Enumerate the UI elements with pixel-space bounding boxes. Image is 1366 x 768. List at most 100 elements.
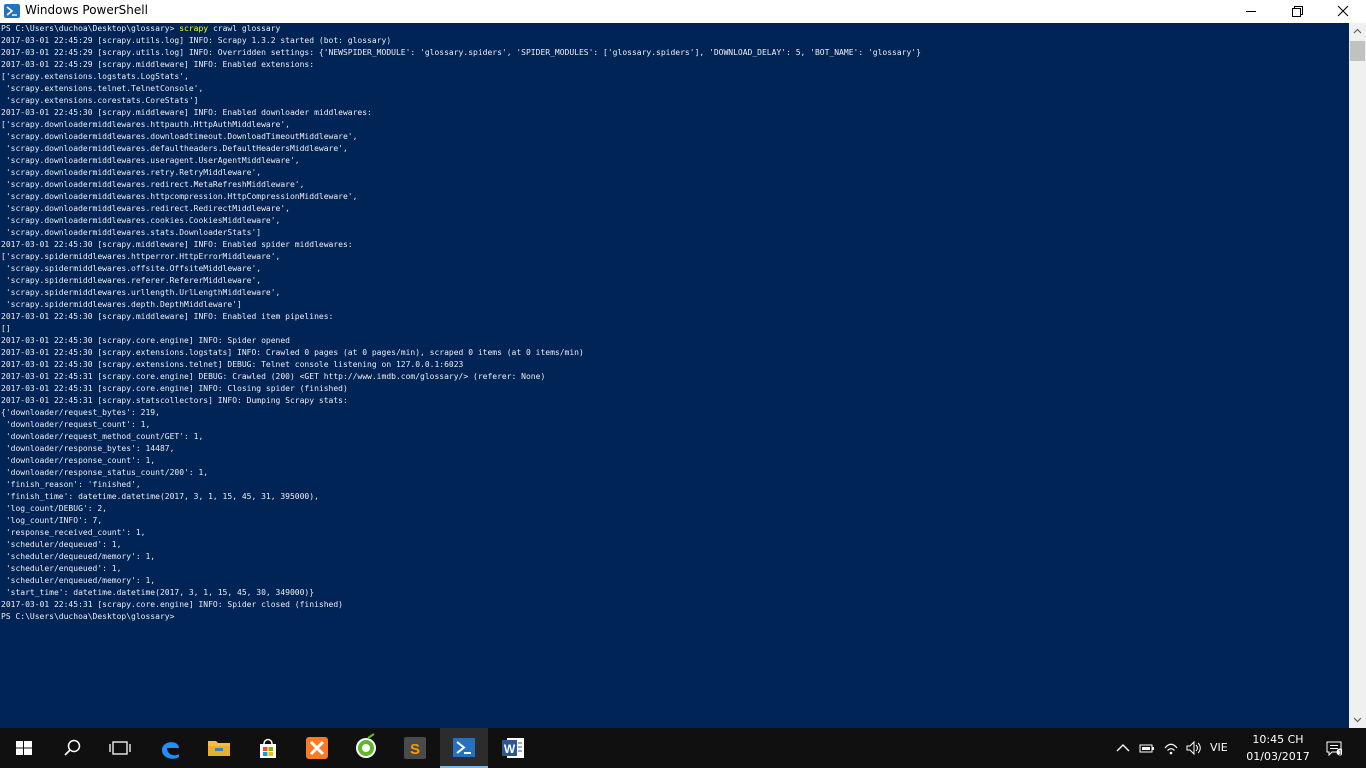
svg-text:1: 1: [1338, 751, 1342, 757]
powershell-icon: [453, 738, 475, 757]
start-button[interactable]: [0, 728, 48, 768]
store-icon: [260, 738, 276, 758]
windows-start-icon: [16, 741, 32, 755]
console-line: 2017-03-01 22:45:29 [scrapy.middleware] …: [1, 59, 1349, 71]
taskbar-app-xampp[interactable]: [293, 728, 341, 768]
console-line-text: 2017-03-01 22:45:30 [scrapy.extensions.t…: [1, 360, 464, 369]
taskbar-app-word[interactable]: W: [489, 728, 537, 768]
clock-date[interactable]: 01/03/2017: [1240, 750, 1316, 763]
console-command-args: crawl glossary: [208, 24, 281, 33]
xampp-icon: [306, 737, 328, 759]
console-line: 'downloader/response_status_count/200': …: [1, 467, 1349, 479]
console-line-text: 'scrapy.spidermiddlewares.urllength.UrlL…: [1, 288, 281, 297]
console-line-text: 'scrapy.spidermiddlewares.referer.Refere…: [1, 276, 262, 285]
taskbar-app-store[interactable]: [244, 728, 292, 768]
console-line: 2017-03-01 22:45:31 [scrapy.core.engine]…: [1, 371, 1349, 383]
console-line: ['scrapy.spidermiddlewares.httperror.Htt…: [1, 251, 1349, 263]
window-title: Windows PowerShell: [25, 3, 148, 17]
task-view-icon: [109, 741, 131, 755]
close-button[interactable]: [1320, 0, 1366, 23]
task-view-button[interactable]: [96, 728, 144, 768]
console-line-text: 'scrapy.downloadermiddlewares.stats.Down…: [1, 228, 262, 237]
console-line: 2017-03-01 22:45:30 [scrapy.core.engine]…: [1, 335, 1349, 347]
clock-time[interactable]: 10:45 CH: [1240, 733, 1316, 746]
console-line-text: 2017-03-01 22:45:30 [scrapy.core.engine]…: [1, 336, 290, 345]
console-line-text: 'downloader/response_status_count/200': …: [1, 468, 209, 477]
console-line: 'scheduler/dequeued': 1,: [1, 539, 1349, 551]
taskbar-app-edge[interactable]: [147, 728, 195, 768]
action-center-icon[interactable]: 1: [1326, 740, 1342, 756]
coccoc-browser-icon: [356, 733, 376, 758]
console-line-text: 2017-03-01 22:45:31 [scrapy.core.engine]…: [1, 372, 546, 381]
console-line: 'downloader/request_method_count/GET': 1…: [1, 431, 1349, 443]
console-line-text: 'finish_reason': 'finished',: [1, 480, 141, 489]
sublime-text-icon: S: [404, 737, 426, 759]
console-line-text: 2017-03-01 22:45:30 [scrapy.middleware] …: [1, 312, 334, 321]
console-line: 'start_time': datetime.datetime(2017, 3,…: [1, 587, 1349, 599]
console-command: scrapy: [179, 24, 209, 33]
chevron-up-icon[interactable]: [1115, 740, 1131, 756]
console-output[interactable]: PS C:\Users\duchoa\Desktop\glossary> scr…: [0, 23, 1349, 728]
console-line-text: 'scrapy.spidermiddlewares.offsite.Offsit…: [1, 264, 262, 273]
console-line-text: 2017-03-01 22:45:30 [scrapy.extensions.l…: [1, 348, 584, 357]
console-line-text: []: [1, 324, 11, 333]
console-line: 'response_received_count': 1,: [1, 527, 1349, 539]
console-line-text: ['scrapy.downloadermiddlewares.httpauth.…: [1, 120, 290, 129]
battery-icon[interactable]: [1139, 740, 1155, 756]
console-line: 'scrapy.spidermiddlewares.referer.Refere…: [1, 275, 1349, 287]
scroll-down-arrow-icon[interactable]: [1349, 711, 1366, 728]
console-line-text: 'downloader/response_count': 1,: [1, 456, 156, 465]
input-language-indicator[interactable]: VIE: [1210, 741, 1228, 754]
console-line: 'scrapy.spidermiddlewares.depth.DepthMid…: [1, 299, 1349, 311]
powershell-app-icon: [4, 4, 20, 18]
console-line: 2017-03-01 22:45:31 [scrapy.core.engine]…: [1, 383, 1349, 395]
console-line: 'scrapy.spidermiddlewares.urllength.UrlL…: [1, 287, 1349, 299]
console-line: ['scrapy.extensions.logstats.LogStats',: [1, 71, 1349, 83]
console-line: 2017-03-01 22:45:29 [scrapy.utils.log] I…: [1, 35, 1349, 47]
taskbar-app-powershell[interactable]: [440, 728, 488, 768]
console-line-text: 'scrapy.downloadermiddlewares.httpcompre…: [1, 192, 358, 201]
console-line-text: 2017-03-01 22:45:31 [scrapy.statscollect…: [1, 396, 348, 405]
console-line-text: 'scheduler/enqueued/memory': 1,: [1, 576, 156, 585]
restore-button[interactable]: [1274, 0, 1320, 23]
console-line-text: 'log_count/DEBUG': 2,: [1, 504, 107, 513]
console-line: 2017-03-01 22:45:30 [scrapy.extensions.t…: [1, 359, 1349, 371]
console-line-text: ['scrapy.spidermiddlewares.httperror.Htt…: [1, 252, 281, 261]
console-line: 'scrapy.downloadermiddlewares.defaulthea…: [1, 143, 1349, 155]
minimize-button[interactable]: [1228, 0, 1274, 23]
console-line: []: [1, 323, 1349, 335]
console-line: 'scheduler/enqueued/memory': 1,: [1, 575, 1349, 587]
taskbar-app-sublime-text[interactable]: S: [391, 728, 439, 768]
console-line: ['scrapy.downloadermiddlewares.httpauth.…: [1, 119, 1349, 131]
console-line: 2017-03-01 22:45:30 [scrapy.middleware] …: [1, 239, 1349, 251]
console-line: 'scrapy.extensions.telnet.TelnetConsole'…: [1, 83, 1349, 95]
console-line-text: 'scrapy.extensions.corestats.CoreStats']: [1, 96, 199, 105]
volume-icon[interactable]: [1186, 740, 1202, 756]
console-line: 'scrapy.downloadermiddlewares.httpcompre…: [1, 191, 1349, 203]
wifi-icon[interactable]: [1163, 740, 1179, 756]
taskbar-app-file-explorer[interactable]: [195, 728, 243, 768]
console-line: 2017-03-01 22:45:31 [scrapy.core.engine]…: [1, 599, 1349, 611]
file-explorer-icon: [208, 741, 230, 756]
console-line-text: PS C:\Users\duchoa\Desktop\glossary>: [1, 612, 175, 621]
console-line-text: 'finish_time': datetime.datetime(2017, 3…: [1, 492, 319, 501]
taskbar-app-coccoc[interactable]: [342, 728, 390, 768]
scrollbar-thumb[interactable]: [1350, 41, 1365, 61]
search-icon: [64, 739, 81, 756]
console-line-text: ['scrapy.extensions.logstats.LogStats',: [1, 72, 189, 81]
console-line: {'downloader/request_bytes': 219,: [1, 407, 1349, 419]
console-line: 'downloader/response_bytes': 14487,: [1, 443, 1349, 455]
edge-icon: [162, 742, 179, 759]
console-line-text: 'scrapy.downloadermiddlewares.defaulthea…: [1, 144, 348, 153]
console-line-text: 'log_count/INFO': 7,: [1, 516, 103, 525]
console-line: 'finish_time': datetime.datetime(2017, 3…: [1, 491, 1349, 503]
console-line-text: 2017-03-01 22:45:29 [scrapy.utils.log] I…: [1, 48, 921, 57]
console-line: 2017-03-01 22:45:30 [scrapy.extensions.l…: [1, 347, 1349, 359]
search-button[interactable]: [48, 728, 96, 768]
vertical-scrollbar[interactable]: [1349, 23, 1366, 728]
console-line: 'scrapy.downloadermiddlewares.redirect.R…: [1, 203, 1349, 215]
console-line-text: 'downloader/response_bytes': 14487,: [1, 444, 175, 453]
scroll-up-arrow-icon[interactable]: [1349, 23, 1366, 40]
console-line-text: 'scheduler/dequeued': 1,: [1, 540, 122, 549]
console-line-text: PS C:\Users\duchoa\Desktop\glossary>: [1, 24, 180, 33]
